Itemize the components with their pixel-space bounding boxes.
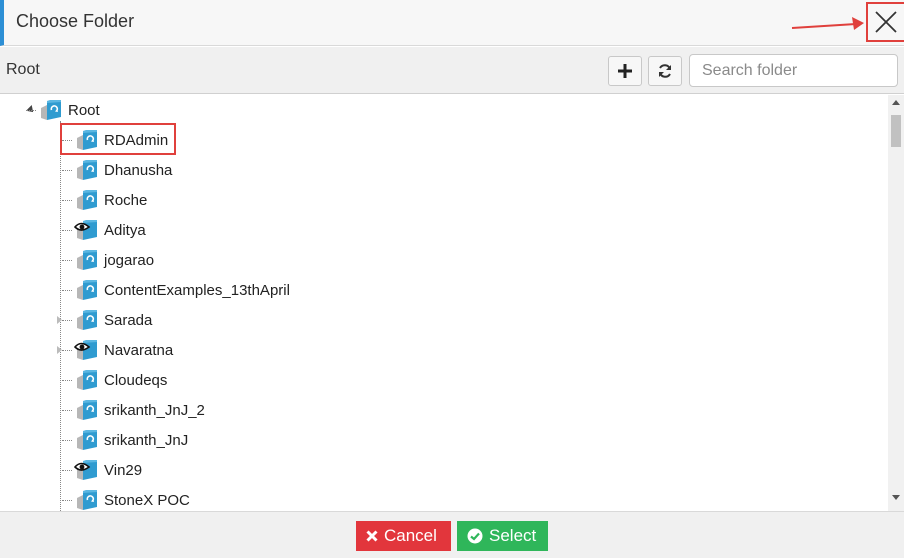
tree-scrollbar[interactable] bbox=[888, 95, 904, 511]
dialog-footer: Cancel Select bbox=[0, 511, 904, 558]
tree-item-label: srikanth_JnJ bbox=[104, 431, 189, 449]
folder-refresh-icon bbox=[74, 429, 100, 451]
tree-root[interactable]: Root bbox=[26, 97, 100, 123]
refresh-button[interactable] bbox=[648, 56, 682, 86]
tree-item[interactable]: Dhanusha bbox=[62, 157, 172, 183]
dialog-header: Choose Folder bbox=[0, 0, 904, 46]
folder-refresh-icon bbox=[74, 369, 100, 391]
close-button[interactable] bbox=[866, 2, 904, 42]
tree-item[interactable]: srikanth_JnJ bbox=[62, 427, 188, 453]
scroll-up-icon[interactable] bbox=[892, 100, 900, 105]
tree-item-label: Vin29 bbox=[104, 461, 143, 479]
tree-item[interactable]: Cloudeqs bbox=[62, 367, 167, 393]
scroll-thumb[interactable] bbox=[891, 115, 901, 147]
folder-refresh-icon bbox=[38, 99, 64, 121]
tree-root-label: Root bbox=[68, 101, 100, 119]
cancel-button[interactable]: Cancel bbox=[356, 521, 451, 551]
search-folder-input[interactable] bbox=[689, 54, 898, 87]
plus-icon bbox=[618, 64, 632, 78]
check-circle-icon bbox=[467, 528, 483, 544]
annotation-highlight-box bbox=[60, 123, 176, 155]
tree-item[interactable]: jogarao bbox=[62, 247, 154, 273]
folder-refresh-icon bbox=[74, 249, 100, 271]
tree-item-label: Sarada bbox=[104, 311, 153, 329]
breadcrumb[interactable]: Root bbox=[6, 61, 40, 79]
tree-item[interactable]: ContentExamples_13thApril bbox=[62, 277, 290, 303]
folder-refresh-icon bbox=[74, 159, 100, 181]
tree-item-label: StoneX POC bbox=[104, 491, 190, 509]
folder-refresh-icon bbox=[74, 279, 100, 301]
tree-item[interactable]: srikanth_JnJ_2 bbox=[62, 397, 205, 423]
select-button[interactable]: Select bbox=[457, 521, 548, 551]
tree-item[interactable]: Sarada bbox=[62, 307, 152, 333]
folder-refresh-icon bbox=[74, 489, 100, 511]
scroll-down-icon[interactable] bbox=[892, 495, 900, 500]
folder-refresh-icon bbox=[74, 189, 100, 211]
tree-item[interactable]: Navaratna bbox=[62, 337, 173, 363]
toolbar: Root bbox=[0, 47, 904, 94]
folder-refresh-icon bbox=[74, 309, 100, 331]
tree-item-label: Navaratna bbox=[104, 341, 174, 359]
refresh-icon bbox=[659, 64, 671, 78]
dialog-title: Choose Folder bbox=[16, 11, 135, 31]
tree-item-label: ContentExamples_13thApril bbox=[104, 281, 290, 299]
select-label: Select bbox=[489, 526, 537, 545]
tree-item-label: Aditya bbox=[104, 221, 146, 239]
choose-folder-dialog: Choose Folder Root Search folder Root RD… bbox=[0, 0, 904, 558]
folder-refresh-icon bbox=[74, 399, 100, 421]
folder-eye-icon bbox=[73, 339, 100, 361]
close-icon bbox=[875, 11, 897, 33]
folder-tree: Root RDAdmin Dhanusha Roche Aditya jogarao Co… bbox=[0, 95, 890, 511]
tree-item-label: Roche bbox=[104, 191, 148, 209]
folder-eye-icon bbox=[73, 219, 100, 241]
tree-item[interactable]: Aditya bbox=[62, 217, 146, 243]
folder-eye-icon bbox=[73, 459, 100, 481]
tree-item-label: Cloudeqs bbox=[104, 371, 168, 389]
tree-item-label: srikanth_JnJ_2 bbox=[104, 401, 205, 419]
tree-item-label: Dhanusha bbox=[104, 161, 173, 179]
annotation-arrow-icon bbox=[791, 17, 864, 30]
tree-item[interactable]: Roche bbox=[62, 187, 147, 213]
x-icon bbox=[366, 530, 378, 542]
tree-item-label: jogarao bbox=[104, 251, 155, 269]
tree-item[interactable]: Vin29 bbox=[62, 457, 142, 483]
add-folder-button[interactable] bbox=[608, 56, 642, 86]
cancel-label: Cancel bbox=[384, 526, 437, 545]
tree-item[interactable]: StoneX POC bbox=[62, 487, 190, 511]
